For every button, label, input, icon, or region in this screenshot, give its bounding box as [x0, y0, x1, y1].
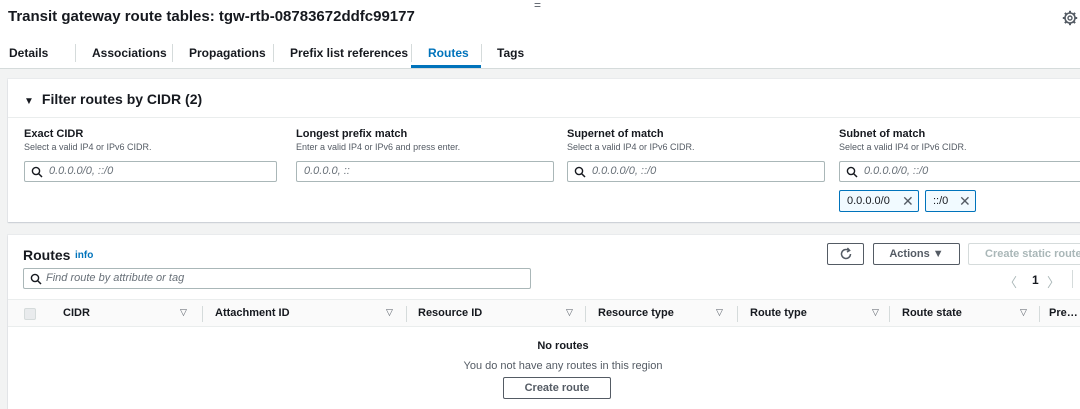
search-placeholder: Find route by attribute or tag: [46, 272, 185, 284]
longest-prefix-placeholder: 0.0.0.0, ::: [304, 165, 350, 177]
pagination-next: 〉: [1047, 272, 1060, 291]
route-search-input[interactable]: Find route by attribute or tag: [23, 268, 531, 289]
longest-prefix-label-group: Longest prefix match Enter a valid IP4 o…: [296, 128, 460, 152]
pager-divider: [1072, 270, 1073, 288]
column-resizer[interactable]: [889, 306, 890, 322]
select-all-checkbox[interactable]: [24, 308, 36, 320]
filter-title: Filter routes by CIDR (2): [41, 91, 203, 107]
subnet-description: Select a valid IP4 or IPv6 CIDR.: [839, 142, 967, 152]
tab-bar: Details Associations Propagations Prefix…: [0, 40, 1080, 69]
chevron-left-icon[interactable]: 〈: [1004, 275, 1017, 290]
column-header-prefix[interactable]: Pre…: [1049, 307, 1078, 319]
create-route-button[interactable]: Create route: [503, 377, 611, 399]
exact-cidr-input[interactable]: 0.0.0.0/0, ::/0: [24, 161, 277, 182]
search-icon: [846, 166, 858, 178]
tab-tags[interactable]: Tags: [497, 46, 524, 60]
sort-icon[interactable]: ▽: [716, 307, 723, 318]
sort-icon[interactable]: ▽: [566, 307, 573, 318]
routes-title: Routes: [23, 247, 71, 263]
filter-header[interactable]: ▼ Filter routes by CIDR (2): [24, 91, 202, 107]
longest-prefix-input[interactable]: 0.0.0.0, ::: [296, 161, 554, 182]
sort-icon[interactable]: ▽: [180, 307, 187, 318]
sort-icon[interactable]: ▽: [1020, 307, 1027, 318]
refresh-icon: [840, 247, 851, 260]
filter-routes-panel: ▼ Filter routes by CIDR (2) Exact CIDR Se…: [8, 79, 1080, 222]
supernet-input[interactable]: 0.0.0.0/0, ::/0: [567, 161, 825, 182]
sort-icon[interactable]: ▽: [386, 307, 393, 318]
supernet-label-group: Supernet of match Select a valid IP4 or …: [567, 128, 695, 152]
filter-token: 0.0.0.0/0 ✕: [839, 190, 919, 212]
token-label: ::/0: [933, 195, 949, 207]
refresh-button[interactable]: [827, 243, 864, 265]
column-resizer[interactable]: [737, 306, 738, 322]
column-header-route-state[interactable]: Route state: [902, 307, 962, 319]
page-title: Transit gateway route tables: tgw-rtb-08…: [8, 8, 415, 25]
tab-separator: [75, 44, 76, 62]
column-resizer[interactable]: [1039, 306, 1040, 322]
tab-separator: [481, 44, 482, 62]
column-resizer[interactable]: [406, 306, 407, 322]
column-header-resource-type[interactable]: Resource type: [598, 307, 674, 319]
exact-cidr-label-group: Exact CIDR Select a valid IP4 or IPv6 CI…: [24, 128, 152, 152]
search-icon: [574, 166, 586, 178]
supernet-description: Select a valid IP4 or IPv6 CIDR.: [567, 142, 695, 152]
subnet-label-group: Subnet of match Select a valid IP4 or IP…: [839, 128, 967, 152]
tab-separator: [172, 44, 173, 62]
column-resizer[interactable]: [585, 306, 586, 322]
column-header-route-type[interactable]: Route type: [750, 307, 807, 319]
info-link[interactable]: info: [75, 250, 93, 261]
page-header: Transit gateway route tables: tgw-rtb-08…: [0, 0, 1080, 40]
column-resizer[interactable]: [202, 306, 203, 322]
column-header-resource-id[interactable]: Resource ID: [418, 307, 482, 319]
supernet-placeholder: 0.0.0.0/0, ::/0: [592, 165, 657, 177]
remove-token-icon[interactable]: ✕: [902, 191, 914, 211]
subnet-label: Subnet of match: [839, 128, 926, 140]
supernet-label: Supernet of match: [567, 128, 664, 140]
filter-token: ::/0 ✕: [925, 190, 976, 212]
column-header-cidr[interactable]: CIDR: [63, 307, 90, 319]
pagination: 〈: [1004, 272, 1017, 291]
exact-cidr-description: Select a valid IP4 or IPv6 CIDR.: [24, 142, 152, 152]
tab-routes[interactable]: Routes: [428, 46, 469, 60]
exact-cidr-label: Exact CIDR: [24, 128, 84, 140]
remove-token-icon[interactable]: ✕: [959, 191, 971, 211]
gear-icon[interactable]: [1062, 10, 1078, 26]
search-icon: [31, 166, 43, 178]
caret-down-icon: ▼: [24, 96, 34, 107]
tab-details[interactable]: Details: [9, 46, 48, 60]
sort-icon[interactable]: ▽: [872, 307, 879, 318]
active-tab-indicator: [411, 65, 481, 68]
page-number[interactable]: 1: [1032, 273, 1039, 287]
routes-table-header: CIDR ▽ Attachment ID ▽ Resource ID ▽ Res…: [8, 299, 1080, 327]
routes-panel: Routes info Actions ▼ Create static rout…: [8, 235, 1080, 409]
tab-separator: [273, 44, 274, 62]
longest-prefix-label: Longest prefix match: [296, 128, 408, 140]
column-header-attachment-id[interactable]: Attachment ID: [215, 307, 290, 319]
tab-propagations[interactable]: Propagations: [189, 46, 266, 60]
tab-separator: [411, 44, 412, 62]
search-icon: [30, 273, 42, 285]
subnet-input[interactable]: 0.0.0.0/0, ::/0: [839, 161, 1080, 182]
empty-state-description: You do not have any routes in this regio…: [463, 360, 663, 372]
exact-cidr-placeholder: 0.0.0.0/0, ::/0: [49, 165, 114, 177]
divider: [8, 117, 1080, 118]
longest-prefix-description: Enter a valid IP4 or IPv6 and press ente…: [296, 142, 461, 152]
chevron-right-icon[interactable]: 〉: [1047, 275, 1060, 290]
subnet-placeholder: 0.0.0.0/0, ::/0: [864, 165, 929, 177]
token-label: 0.0.0.0/0: [847, 195, 890, 207]
drag-handle[interactable]: =: [534, 0, 541, 12]
tab-associations[interactable]: Associations: [92, 46, 167, 60]
actions-button[interactable]: Actions ▼: [873, 243, 960, 265]
create-static-route-button[interactable]: Create static route: [968, 243, 1080, 265]
tab-prefix-list-references[interactable]: Prefix list references: [290, 46, 408, 60]
empty-state-title: No routes: [537, 340, 589, 352]
